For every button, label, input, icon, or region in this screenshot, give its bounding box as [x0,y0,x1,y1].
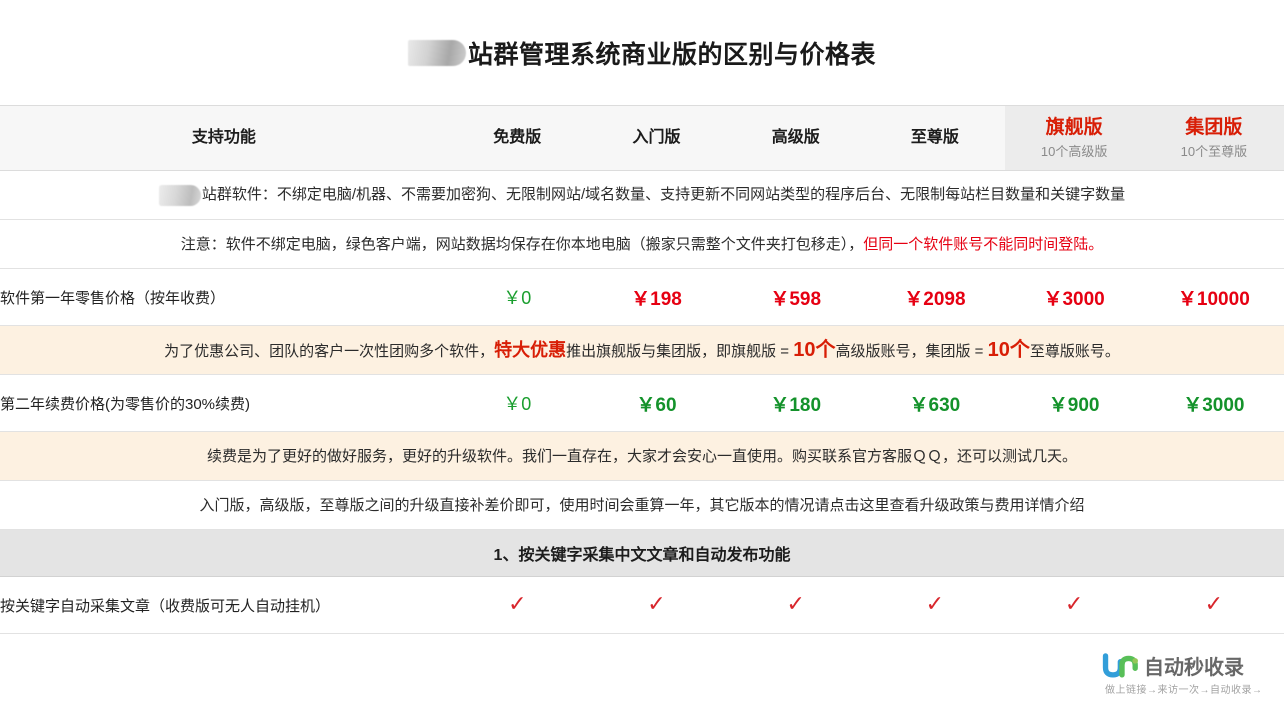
price-renewal-starter: ￥60 [586,374,727,432]
watermark: 自动秒收录 做上链接→来访一次→自动收录→ [1102,650,1278,706]
page-title: 站群管理系统商业版的区别与价格表 [407,35,876,71]
column-header-supreme: 至尊版 [865,105,1005,171]
note-software-desc: 站群软件：不绑定电脑/机器、不需要加密狗、无限制网站/域名数量、支持更新不同网站… [0,170,1284,220]
note-promo-part4: 至尊版账号。 [1029,343,1120,360]
column-header-starter-label: 入门版 [632,129,681,146]
watermark-tagline: 做上链接→来访一次→自动收录→ [1105,685,1263,696]
note-renew-service: 续费是为了更好的做好服务，更好的升级软件。我们一直存在，大家才会安心一直使用。购… [0,431,1284,481]
page-title-text: 站群管理系统商业版的区别与价格表 [467,40,876,69]
feature-auto-collect-flagship: ✓ [1004,576,1144,634]
column-header-group: 集团版 10个至尊版 [1143,105,1284,171]
feature-auto-collect-group: ✓ [1143,576,1284,634]
redaction-block-title [407,39,466,66]
page-header: 站群管理系统商业版的区别与价格表 [0,0,1284,105]
note-row-attention: 注意：软件不绑定电脑，绿色客户端，网站数据均保存在你本地电脑（搬家只需整个文件夹… [0,219,1284,269]
note-attention-black: 注意：软件不绑定电脑，绿色客户端，网站数据均保存在你本地电脑（搬家只需整个文件夹… [180,235,864,253]
column-header-group-sublabel: 10个至尊版 [1180,144,1248,160]
price-row-renewal: 第二年续费价格(为零售价的30%续费) ￥0 ￥60 ￥180 ￥630 ￥90… [0,374,1284,432]
note-promo-part1: 为了优惠公司、团队的客户一次性团购多个软件， [164,343,495,360]
price-row-first-year-label: 软件第一年零售价格（按年收费） [0,268,448,326]
check-icon: ✓ [508,592,527,617]
feature-auto-collect-free: ✓ [447,576,587,634]
note-attention-red: 但同一个软件账号不能同时间登陆。 [863,235,1104,253]
price-row-renewal-label: 第二年续费价格(为零售价的30%续费) [0,374,448,432]
feature-auto-collect-starter: ✓ [586,576,727,634]
column-header-free: 免费版 [447,105,587,171]
check-icon: ✓ [925,592,945,617]
price-renewal-advanced: ￥180 [726,374,866,432]
check-icon: ✓ [647,592,666,617]
column-header-starter: 入门版 [586,105,727,171]
column-header-free-label: 免费版 [493,129,542,146]
table-header-row: 支持功能 免费版 入门版 高级版 至尊版 旗舰版 10个高级版 集团版 10个至… [0,105,1284,171]
note-row-promo: 为了优惠公司、团队的客户一次性团购多个软件，特大优惠推出旗舰版与集团版，即旗舰版… [0,325,1284,375]
price-first-year-free: ￥0 [447,268,587,326]
feature-row-auto-collect-label: 按关键字自动采集文章（收费版可无人自动挂机） [0,576,448,634]
price-renewal-supreme: ￥630 [865,374,1005,432]
note-promo-emph3: 10个 [987,339,1030,361]
note-row-software-desc: 站群软件：不绑定电脑/机器、不需要加密狗、无限制网站/域名数量、支持更新不同网站… [0,170,1284,220]
watermark-top: 自动秒收录 [1102,650,1278,680]
column-header-supreme-label: 至尊版 [910,129,959,146]
column-header-advanced-label: 高级版 [771,129,820,146]
note-promo-emph2: 10个 [793,339,836,361]
price-first-year-advanced: ￥598 [726,268,866,326]
feature-row-auto-collect: 按关键字自动采集文章（收费版可无人自动挂机） ✓ ✓ ✓ ✓ ✓ ✓ [0,576,1284,634]
price-renewal-group: ￥3000 [1143,374,1284,432]
watermark-word: 自动秒收录 [1144,656,1244,679]
feature-auto-collect-supreme: ✓ [865,576,1005,634]
column-header-group-label: 集团版 [1185,116,1243,138]
redaction-block-note [158,184,201,206]
note-promo-part3: 高级版账号，集团版 = [835,343,988,360]
price-first-year-supreme: ￥2098 [865,268,1005,326]
price-first-year-flagship: ￥3000 [1004,268,1144,326]
watermark-logo-icon [1102,653,1138,678]
check-icon: ✓ [1064,592,1084,617]
check-icon: ✓ [1204,592,1224,617]
price-renewal-free: ￥0 [447,374,587,432]
price-row-first-year: 软件第一年零售价格（按年收费） ￥0 ￥198 ￥598 ￥2098 ￥3000… [0,268,1284,326]
check-icon: ✓ [786,592,805,617]
section-heading-row-1: 1、按关键字采集中文文章和自动发布功能 [0,529,1284,577]
price-renewal-flagship: ￥900 [1004,374,1144,432]
section-heading-1: 1、按关键字采集中文文章和自动发布功能 [0,529,1284,577]
column-header-feature: 支持功能 [0,105,448,171]
note-upgrade-policy[interactable]: 入门版，高级版，至尊版之间的升级直接补差价即可，使用时间会重算一年，其它版本的情… [0,480,1284,530]
price-first-year-group: ￥10000 [1143,268,1284,326]
pricing-table: 支持功能 免费版 入门版 高级版 至尊版 旗舰版 10个高级版 集团版 10个至… [0,105,1284,634]
column-header-advanced: 高级版 [726,105,866,171]
note-promo-emph1: 特大优惠 [494,340,567,360]
note-row-renew-service: 续费是为了更好的做好服务，更好的升级软件。我们一直存在，大家才会安心一直使用。购… [0,431,1284,481]
column-header-feature-label: 支持功能 [191,129,256,146]
feature-auto-collect-advanced: ✓ [726,576,866,634]
note-promo: 为了优惠公司、团队的客户一次性团购多个软件，特大优惠推出旗舰版与集团版，即旗舰版… [0,325,1284,375]
note-promo-part2: 推出旗舰版与集团版，即旗舰版 = [566,343,794,360]
note-software-desc-text: 站群软件：不绑定电脑/机器、不需要加密狗、无限制网站/域名数量、支持更新不同网站… [201,186,1126,204]
note-attention: 注意：软件不绑定电脑，绿色客户端，网站数据均保存在你本地电脑（搬家只需整个文件夹… [0,219,1284,269]
column-header-flagship-label: 旗舰版 [1045,116,1103,138]
note-row-upgrade-policy: 入门版，高级版，至尊版之间的升级直接补差价即可，使用时间会重算一年，其它版本的情… [0,480,1284,530]
price-first-year-starter: ￥198 [586,268,727,326]
column-header-flagship-sublabel: 10个高级版 [1040,144,1108,160]
column-header-flagship: 旗舰版 10个高级版 [1004,105,1144,171]
